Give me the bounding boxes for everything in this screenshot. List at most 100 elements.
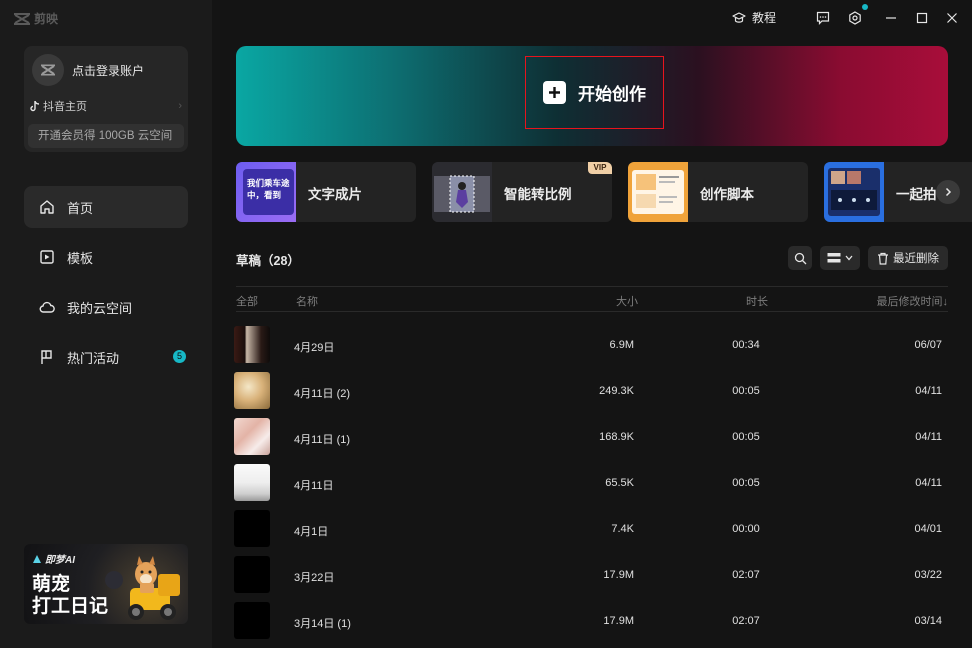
sidebar-item-templates[interactable]: 模板 <box>24 236 188 278</box>
draft-thumbnail <box>234 418 270 455</box>
column-all[interactable]: 全部 <box>236 293 258 309</box>
table-row[interactable]: 4月11日 (2) 249.3K 00:05 04/11 <box>234 372 948 410</box>
app-logo: 剪映 <box>14 10 58 27</box>
draft-thumbnail <box>234 556 270 593</box>
start-creation-banner[interactable]: 开始创作 <box>236 46 948 146</box>
sidebar-item-label: 模板 <box>67 250 94 266</box>
column-modified[interactable]: 最后修改时间↓ <box>877 293 949 309</box>
draft-size: 7.4K <box>611 523 634 535</box>
draft-modified: 04/11 <box>915 385 942 397</box>
draft-thumbnail <box>234 602 270 639</box>
draft-duration: 02:07 <box>732 615 760 627</box>
maximize-button[interactable] <box>913 9 931 27</box>
tool-create-script[interactable]: 创作脚本 <box>628 162 808 222</box>
sidebar-item-cloud[interactable]: 我的云空间 <box>24 286 188 328</box>
tool-thumbnail <box>628 162 688 222</box>
search-icon <box>794 252 806 264</box>
tool-thumbnail <box>432 162 492 222</box>
draft-size: 168.9K <box>599 431 634 443</box>
start-creation-label: 开始创作 <box>578 85 646 104</box>
template-icon <box>40 250 54 264</box>
draft-name: 4月29日 <box>294 342 335 354</box>
feedback-button[interactable] <box>814 9 832 27</box>
feedback-icon <box>816 11 830 25</box>
draft-size: 65.5K <box>605 477 634 489</box>
tool-thumbnail <box>824 162 884 222</box>
douyin-home-link[interactable]: 抖音主页 › <box>30 98 182 114</box>
tutorial-button[interactable]: 教程 <box>732 9 776 26</box>
table-row[interactable]: 3月14日 (1) 17.9M 02:07 03/14 <box>234 602 948 640</box>
login-row[interactable]: 点击登录账户 <box>32 54 144 86</box>
login-card: 点击登录账户 抖音主页 › 开通会员得 100GB 云空间 <box>24 46 188 152</box>
column-duration[interactable]: 时长 <box>746 293 768 309</box>
tool-label: 文字成片 <box>308 187 362 202</box>
sidebar-item-label: 我的云空间 <box>67 300 133 316</box>
close-button[interactable] <box>943 9 961 27</box>
draft-name: 4月11日 <box>294 480 334 492</box>
table-row[interactable]: 4月29日 6.9M 00:34 06/07 <box>234 326 948 364</box>
app-name: 剪映 <box>34 12 59 26</box>
tool-smart-aspect-ratio[interactable]: 智能转比例 VIP <box>432 162 612 222</box>
draft-duration: 00:05 <box>732 385 760 397</box>
trash-icon <box>878 252 888 265</box>
chevron-right-icon <box>945 187 952 197</box>
quick-tools: 我们乘车途中，看到 文字成片 智能转比例 VIP 创作脚本 一起拍 <box>236 162 972 222</box>
draft-name: 4月11日 (2) <box>294 388 351 400</box>
settings-icon <box>849 11 861 25</box>
tools-scroll-right-button[interactable] <box>936 180 960 204</box>
drafts-title: 草稿（28） <box>236 254 300 268</box>
login-link[interactable]: 点击登录账户 <box>72 62 144 79</box>
table-row[interactable]: 3月22日 17.9M 02:07 03/22 <box>234 556 948 594</box>
table-row[interactable]: 4月11日 65.5K 00:05 04/11 <box>234 464 948 502</box>
promo-title: 萌宠 打工日记 <box>32 574 108 618</box>
column-name[interactable]: 名称 <box>296 293 318 309</box>
sidebar-item-events[interactable]: 热门活动 5 <box>24 336 188 378</box>
draft-duration: 00:05 <box>732 477 760 489</box>
minimize-button[interactable] <box>882 9 900 27</box>
draft-thumbnail <box>234 510 270 547</box>
notification-badge: 5 <box>173 350 186 363</box>
tool-text-to-video[interactable]: 我们乘车途中，看到 文字成片 <box>236 162 416 222</box>
column-size[interactable]: 大小 <box>616 293 638 309</box>
settings-button[interactable] <box>846 4 868 27</box>
draft-name: 3月22日 <box>294 572 335 584</box>
draft-duration: 02:07 <box>732 569 760 581</box>
draft-modified: 06/07 <box>914 339 942 351</box>
home-icon <box>40 200 54 214</box>
start-creation-button[interactable]: 开始创作 <box>525 56 664 129</box>
promo-title-line2: 打工日记 <box>32 596 109 617</box>
sidebar-item-label: 首页 <box>67 200 94 216</box>
tool-thumb-text: 我们乘车途中，看到 <box>243 169 294 215</box>
chevron-down-icon <box>845 255 853 261</box>
sidebar-nav: 首页 模板 我的云空间 热门活动 5 <box>24 186 188 386</box>
tutorial-label: 教程 <box>752 11 777 25</box>
tool-label: 一起拍 <box>896 187 937 202</box>
search-button[interactable] <box>788 246 812 270</box>
vip-badge: VIP <box>588 162 612 174</box>
table-row[interactable]: 4月1日 7.4K 00:00 04/01 <box>234 510 948 548</box>
promo-brand-label: 即梦AI <box>45 555 75 566</box>
table-row[interactable]: 4月11日 (1) 168.9K 00:05 04/11 <box>234 418 948 456</box>
sidebar-item-home[interactable]: 首页 <box>24 186 188 228</box>
recent-delete-button[interactable]: 最近删除 <box>868 246 948 270</box>
draft-duration: 00:00 <box>732 523 760 535</box>
sidebar: 剪映 点击登录账户 抖音主页 › 开通会员得 100GB 云空间 首页 模板 我… <box>0 0 212 648</box>
chevron-right-icon: › <box>178 100 182 112</box>
plus-icon <box>543 81 566 104</box>
avatar[interactable] <box>32 54 64 86</box>
draft-name: 3月14日 (1) <box>294 618 351 630</box>
draft-thumbnail <box>234 372 270 409</box>
close-icon <box>947 13 957 23</box>
promo-banner[interactable]: 即梦AI 萌宠 打工日记 <box>24 544 188 624</box>
tool-thumbnail: 我们乘车途中，看到 <box>236 162 296 222</box>
vip-upgrade-button[interactable]: 开通会员得 100GB 云空间 <box>28 124 184 148</box>
draft-size: 6.9M <box>609 339 634 351</box>
draft-size: 17.9M <box>603 569 634 581</box>
douyin-label: 抖音主页 <box>43 101 87 113</box>
view-mode-dropdown[interactable] <box>820 246 860 270</box>
draft-thumbnail <box>234 326 270 363</box>
draft-name: 4月11日 (1) <box>294 434 351 446</box>
list-view-icon <box>827 253 841 263</box>
draft-size: 17.9M <box>603 615 634 627</box>
tool-label: 创作脚本 <box>700 187 754 202</box>
